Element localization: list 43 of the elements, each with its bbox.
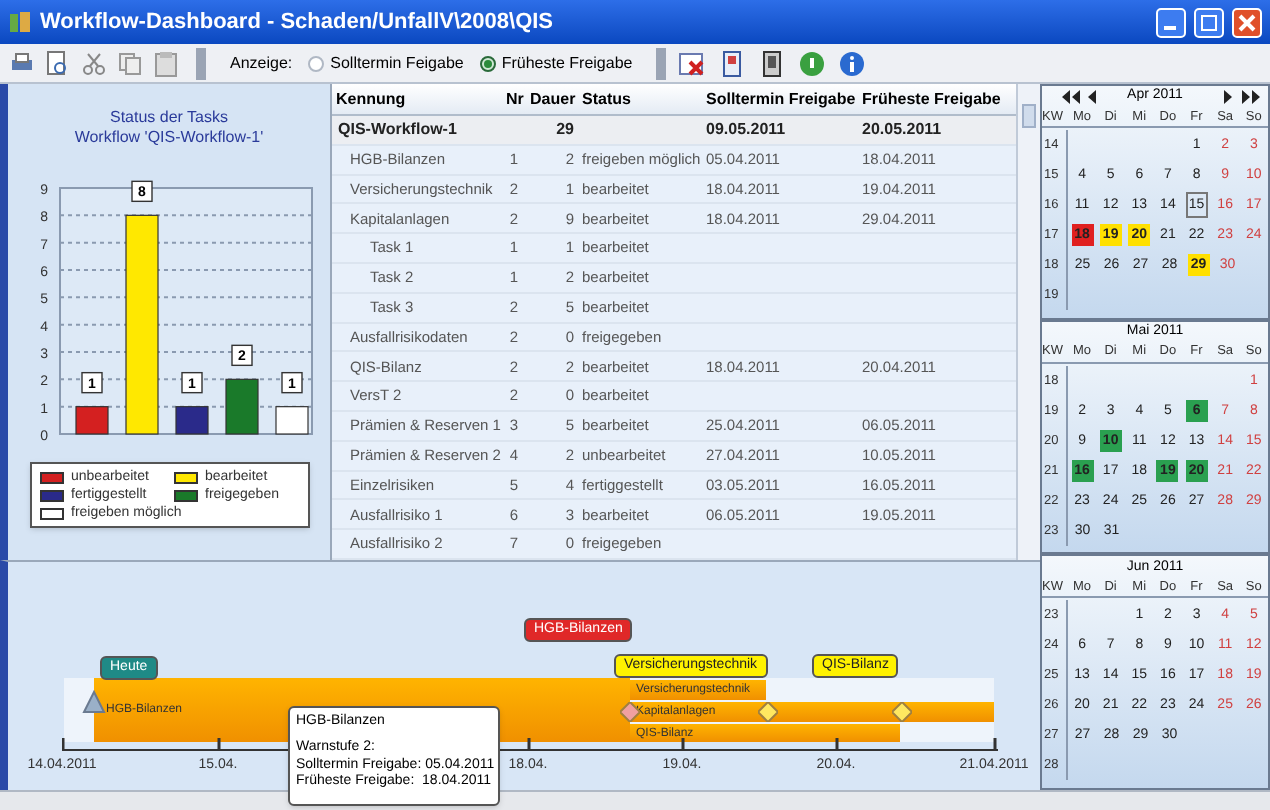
start-marker-icon (82, 690, 106, 714)
document-icon[interactable] (718, 49, 747, 77)
info-icon[interactable] (838, 49, 867, 77)
delete-icon[interactable] (678, 49, 707, 77)
table-cell-text: QIS-Workflow-1 (336, 117, 459, 142)
scrollbar[interactable] (1016, 84, 1040, 560)
document-icon[interactable] (758, 49, 787, 77)
previous-icon[interactable] (1088, 90, 1096, 104)
column-header[interactable]: Kennung (332, 87, 502, 111)
chart-title: Status der Tasks (110, 108, 228, 128)
bar (224, 378, 258, 435)
radio-label[interactable]: Früheste Freigabe (501, 51, 633, 75)
display-label: Anzeige: (230, 51, 293, 75)
last-icon[interactable] (1242, 90, 1260, 104)
column-header[interactable]: Nr (502, 87, 526, 111)
column-header[interactable]: Solltermin Freigabe (702, 87, 858, 111)
radio-button[interactable] (479, 55, 496, 71)
first-icon[interactable] (1062, 90, 1080, 104)
toolbar-grip (196, 47, 206, 79)
scissors-icon[interactable] (80, 49, 108, 77)
column-header[interactable]: Früheste Freigabe (858, 87, 1010, 111)
clipboard-icon[interactable] (152, 49, 180, 77)
table-cell-text: 09.05.2011 (704, 117, 788, 142)
bar (74, 406, 108, 435)
toolbar-grip (656, 47, 667, 79)
app-icon (8, 10, 32, 34)
column-header[interactable]: Status (578, 87, 702, 111)
radio-button[interactable] (308, 55, 325, 71)
preview-icon[interactable] (44, 49, 72, 77)
minimize-button[interactable] (1156, 7, 1186, 37)
milestone-icon (620, 702, 640, 722)
milestone-icon (892, 702, 912, 722)
close-button[interactable] (1232, 7, 1262, 37)
column-header[interactable]: Dauer (526, 87, 578, 111)
chart-subtitle: Workflow 'QIS-Workflow-1' (74, 128, 264, 148)
table-cell-text: 29 (554, 117, 576, 142)
radio-label[interactable]: Solltermin Feigabe (330, 51, 464, 75)
table-cell-text: 20.05.2011 (860, 117, 944, 142)
bar (174, 406, 208, 435)
next-icon[interactable] (1224, 90, 1232, 104)
window-title: Workflow-Dashboard - Schaden/UnfallV\2008\QIS (40, 7, 556, 38)
maximize-button[interactable] (1194, 7, 1224, 37)
bar (274, 406, 308, 435)
